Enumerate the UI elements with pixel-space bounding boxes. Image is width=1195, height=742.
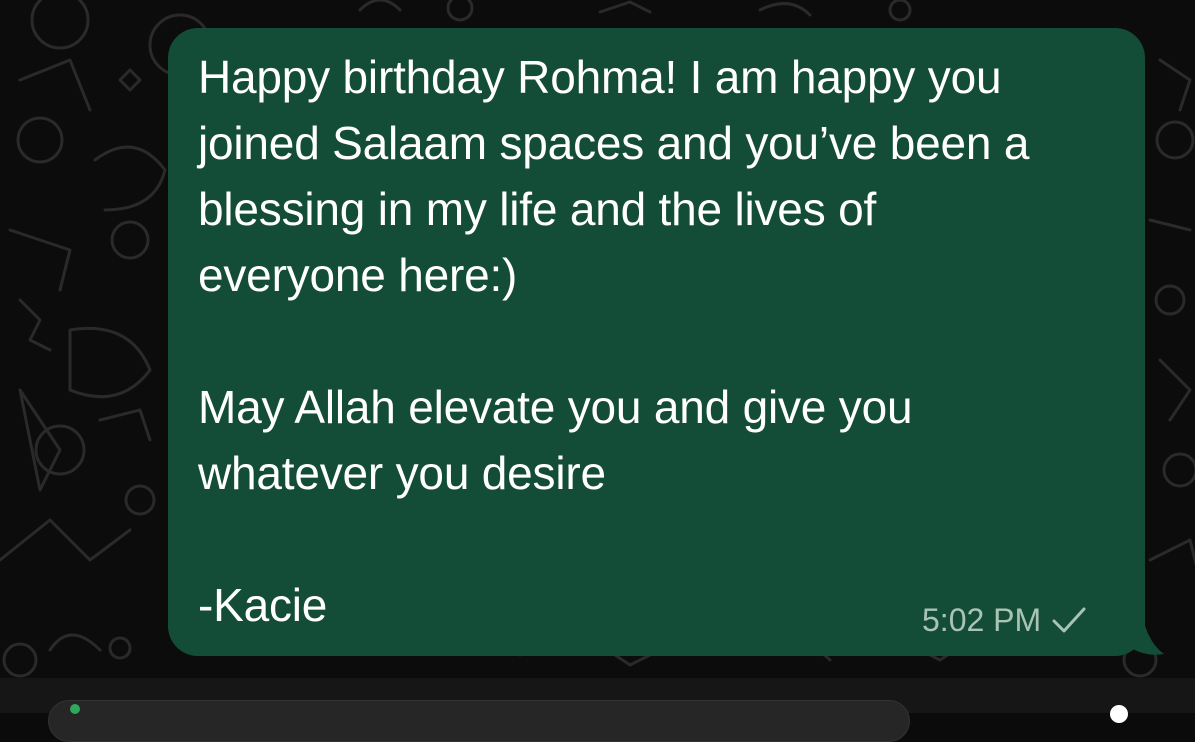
message-line: May Allah elevate you and give you [198,381,913,433]
camera-icon[interactable] [1110,705,1128,723]
message-line: everyone here:) [198,249,518,301]
message-line: Happy birthday Rohma! I am happy you [198,51,1002,103]
message-line: blessing in my life and the lives of [198,183,877,235]
message-text: Happy birthday Rohma! I am happy you joi… [198,44,1128,638]
message-time: 5:02 PM [922,601,1042,638]
chat-area: Happy birthday Rohma! I am happy you joi… [0,0,1195,678]
message-meta: 5:02 PM [922,600,1087,640]
single-check-icon [1052,607,1086,633]
message-line [198,506,1128,572]
message-line: joined Salaam spaces and you’ve been a [198,117,1030,169]
message-line: whatever you desire [198,447,606,499]
message-line [198,308,1128,374]
message-input[interactable] [48,700,910,742]
